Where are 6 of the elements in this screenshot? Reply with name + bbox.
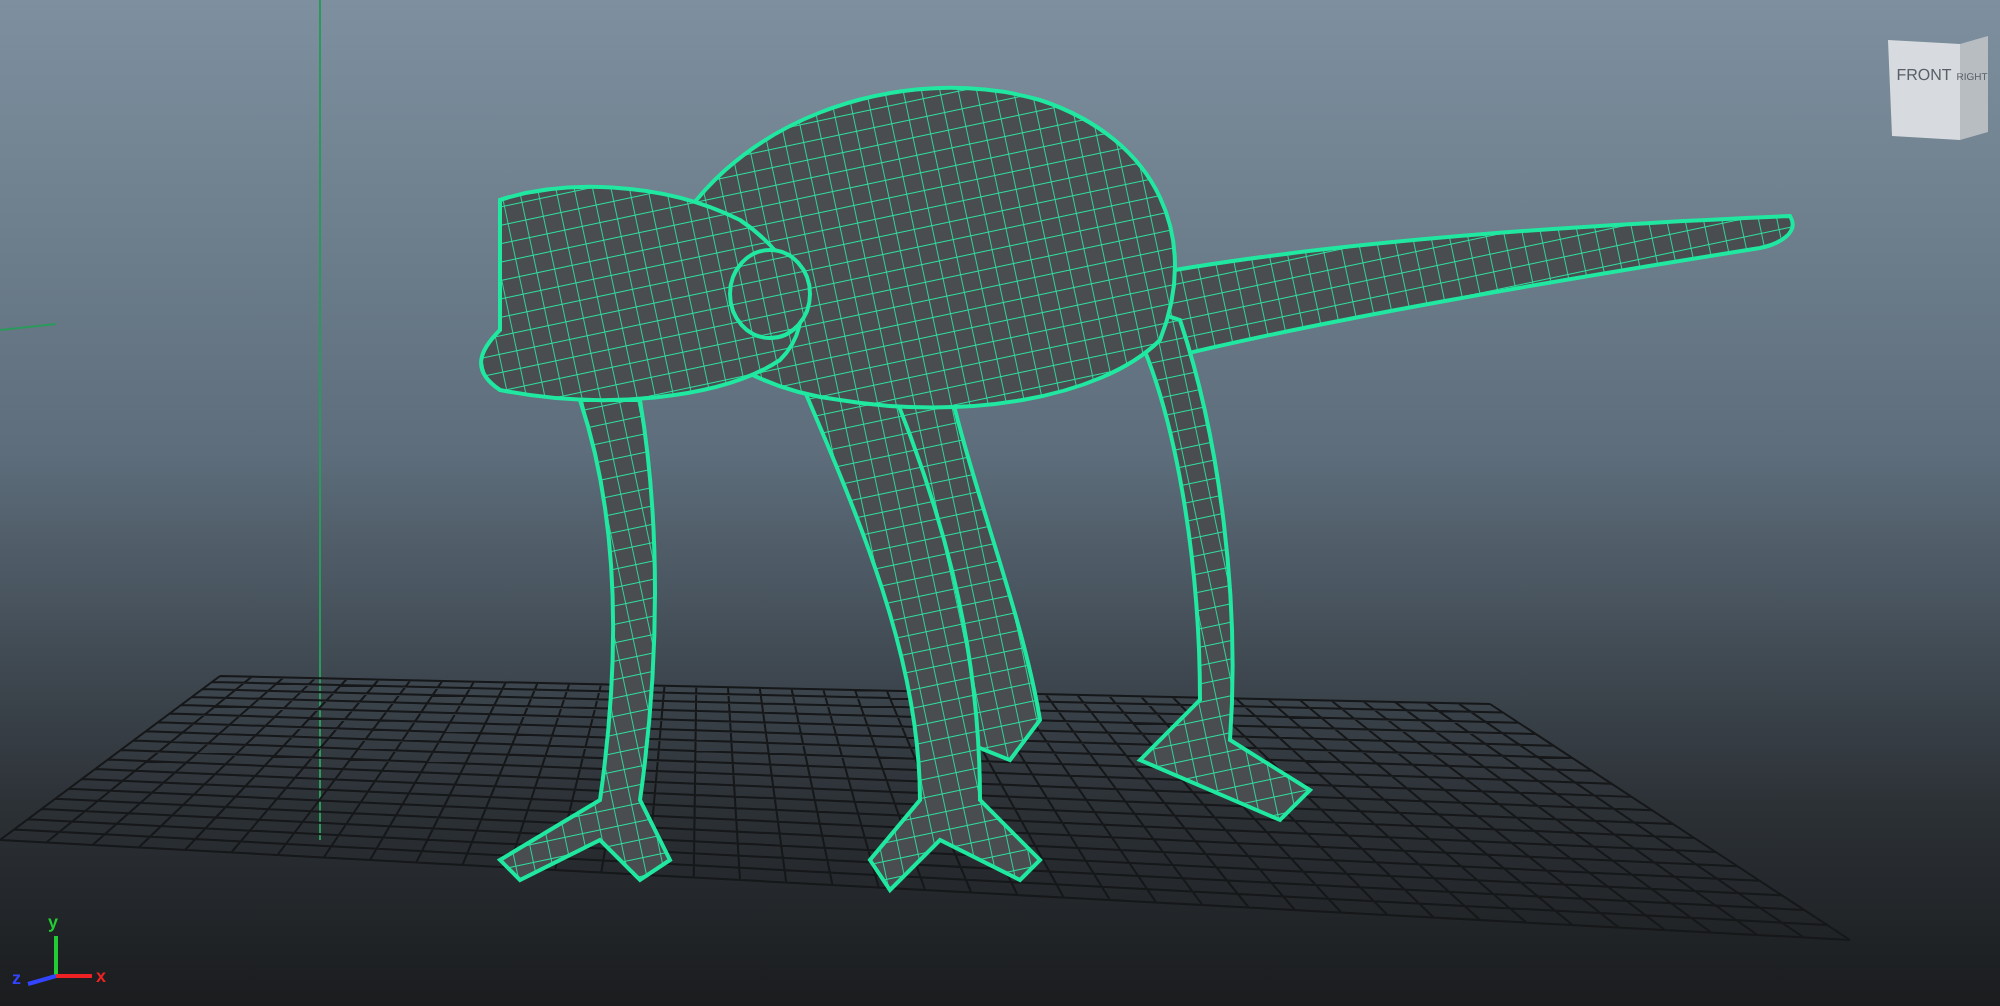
cube-face-label: FRONT xyxy=(1896,66,1952,84)
view-cube[interactable] xyxy=(1888,36,1988,140)
axis-label: x xyxy=(96,966,107,986)
axis-label: z xyxy=(12,968,21,988)
axis-label: y xyxy=(48,912,59,932)
axis-line xyxy=(0,323,57,331)
